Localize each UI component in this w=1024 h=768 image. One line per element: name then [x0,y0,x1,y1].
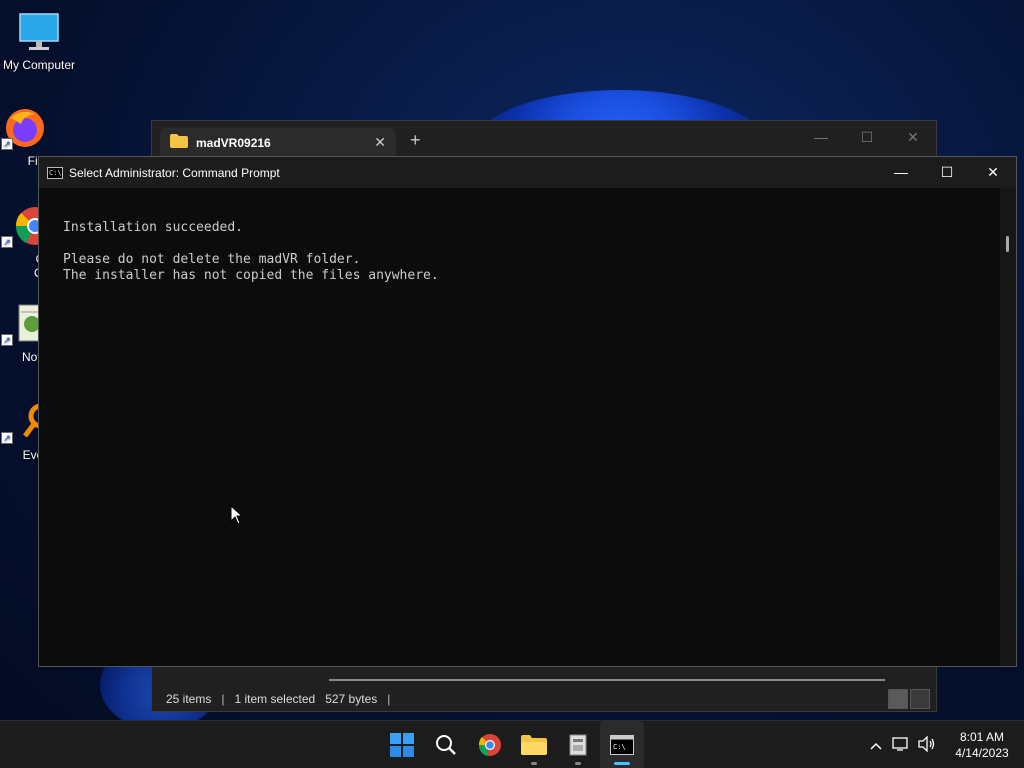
cmd-window-controls: — ☐ ✕ [878,157,1016,188]
status-separator: | [387,692,391,706]
svg-text:C:\: C:\ [613,743,626,751]
terminal-icon: C:\ [47,166,63,179]
maximize-button[interactable]: ☐ [924,157,970,188]
search-button[interactable] [424,721,468,768]
taskbar-apps: C:\ [380,721,644,768]
volume-icon[interactable] [914,734,940,755]
taskbar-installer[interactable] [556,721,600,768]
details-view-icon[interactable] [888,689,908,709]
vertical-scrollbar[interactable] [1000,188,1016,666]
chrome-icon [478,734,501,756]
terminal-icon: C:\ [610,735,634,755]
tab-close-button[interactable]: ✕ [374,134,386,151]
installer-icon [569,734,587,756]
view-toggle [888,689,930,709]
cmd-titlebar[interactable]: C:\ Select Administrator: Command Prompt [39,157,1016,188]
explorer-tab-title: madVR09216 [196,135,271,150]
search-icon [436,735,456,755]
mouse-cursor-icon [230,504,244,528]
desktop-icon-label: My Computer [2,58,76,72]
taskbar-command-prompt[interactable]: C:\ [600,721,644,768]
console-line: Please do not delete the madVR folder. [63,252,361,267]
taskbar-file-explorer[interactable] [512,721,556,768]
system-tray: 8:01 AM 4/14/2023 [864,721,1024,768]
start-button[interactable] [380,721,424,768]
console-output[interactable]: Installation succeeded. Please do not de… [63,220,439,284]
selection-size: 527 bytes [325,692,378,706]
shortcut-arrow-icon: ↗ [1,432,13,444]
show-hidden-icons-chevron-icon[interactable] [864,737,888,753]
command-prompt-window[interactable]: C:\ Select Administrator: Command Prompt… [38,156,1017,667]
close-button[interactable]: ✕ [970,157,1016,188]
maximize-button[interactable]: ☐ [844,123,890,151]
desktop-icon-my-computer[interactable]: My Computer [0,10,78,72]
console-line: The installer has not copied the files a… [63,268,439,283]
shortcut-arrow-icon: ↗ [1,138,13,150]
taskbar-chrome[interactable] [468,721,512,768]
shortcut-arrow-icon: ↗ [1,236,13,248]
taskbar: C:\ 8:01 AM 4/14/2023 [0,720,1024,768]
item-count: 25 items [166,692,212,706]
cmd-title: Select Administrator: Command Prompt [69,165,280,180]
scrollbar-thumb[interactable] [1006,236,1009,252]
clock-time: 8:01 AM [959,730,1005,744]
explorer-tab[interactable]: madVR09216 ✕ [160,128,396,157]
windows-logo-icon [390,733,414,757]
clock[interactable]: 8:01 AM 4/14/2023 [940,729,1024,761]
tiles-view-icon[interactable] [910,689,930,709]
status-separator: | [221,692,225,706]
folder-icon [170,134,188,151]
monitor-icon [17,10,61,54]
active-indicator [614,762,630,765]
console-line: Installation succeeded. [63,220,244,235]
minimize-button[interactable]: — [798,123,844,151]
shortcut-arrow-icon: ↗ [1,334,13,346]
new-tab-button[interactable]: + [410,130,421,151]
minimize-button[interactable]: — [878,157,924,188]
running-indicator [531,762,537,765]
clock-date: 4/14/2023 [955,746,1009,760]
close-button[interactable]: ✕ [890,123,936,151]
running-indicator [575,762,581,765]
explorer-statusbar: 25 items | 1 item selected 527 bytes | [152,687,936,711]
selection-count: 1 item selected [234,692,316,706]
network-icon[interactable] [888,736,914,755]
folder-icon [521,735,547,755]
firefox-icon: ↗ [1,106,45,150]
horizontal-scrollbar[interactable] [329,679,885,681]
explorer-window-controls: — ☐ ✕ [798,123,936,151]
